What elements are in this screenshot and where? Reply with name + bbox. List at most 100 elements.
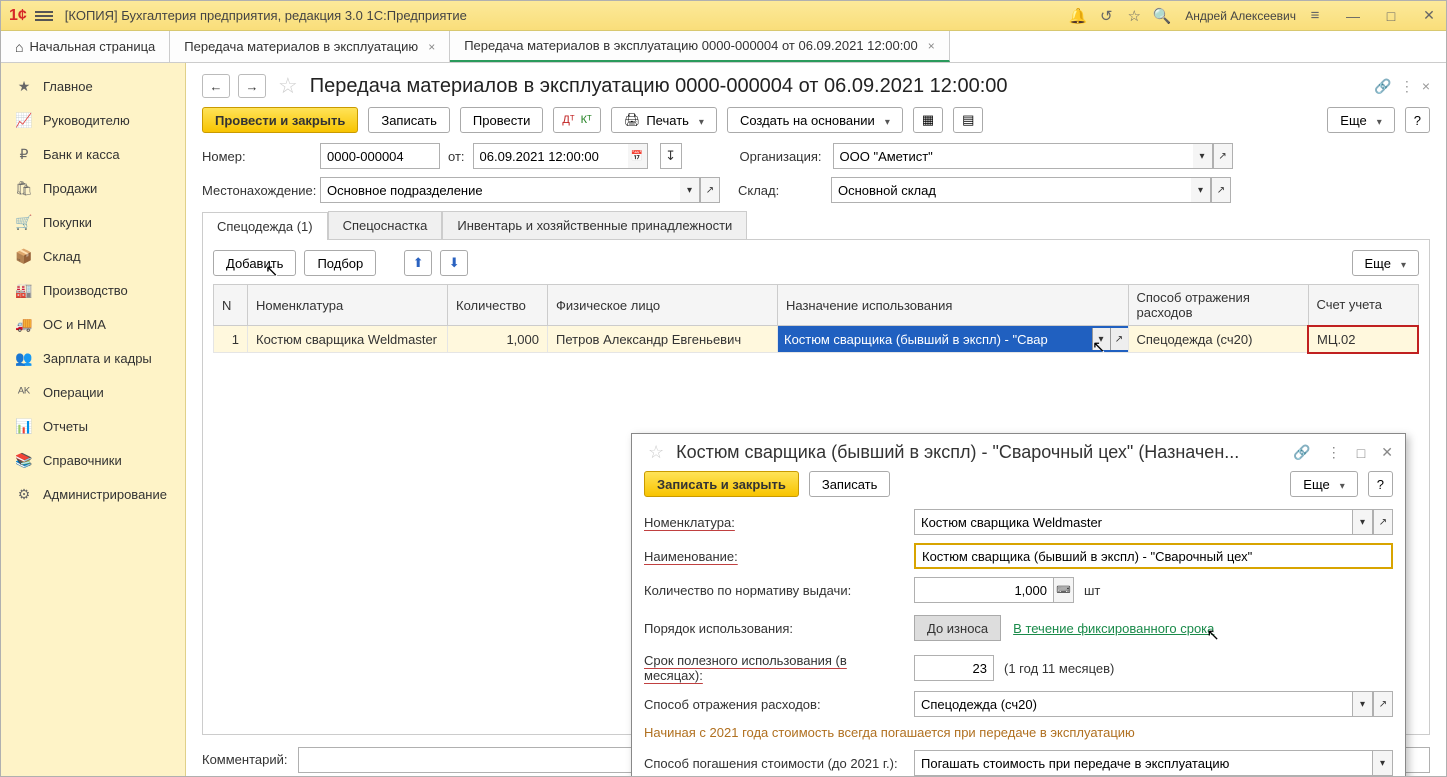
pick-button[interactable]: Подбор [304,250,376,276]
move-up-button[interactable]: ⬆ [404,250,432,276]
tab-workwear[interactable]: Спецодежда (1) [202,212,328,240]
favorite-star-icon[interactable]: ☆ [278,73,298,99]
date-input[interactable] [473,143,628,169]
open-icon[interactable]: ↗ [1213,143,1233,169]
col-nomenclature[interactable]: Номенклатура [248,285,448,326]
more-button[interactable]: Еще [1327,107,1394,133]
help-button[interactable]: ? [1405,107,1430,133]
print-button[interactable]: 🖨 Печать [611,107,717,133]
sidebar-item-hr[interactable]: 👥Зарплата и кадры [1,341,185,375]
sidebar-item-manager[interactable]: 📈Руководителю [1,103,185,137]
nav-forward-button[interactable]: → [238,74,266,98]
cell-expense[interactable]: Спецодежда (сч20) [1128,326,1308,353]
calendar-icon[interactable]: 📅 [628,143,648,169]
star-icon[interactable]: ☆ [1125,7,1143,25]
sidebar-item-reports[interactable]: 📊Отчеты [1,409,185,443]
close-icon[interactable]: × [428,40,435,54]
dialog-save-close-button[interactable]: Записать и закрыть [644,471,799,497]
post-button[interactable]: Провести [460,107,544,133]
hamburger-icon[interactable] [35,9,53,23]
col-qty[interactable]: Количество [448,285,548,326]
col-expense[interactable]: Способ отражения расходов [1128,285,1308,326]
status-icon[interactable]: ↧ [660,143,682,169]
table-more-button[interactable]: Еще [1352,250,1419,276]
struct-button[interactable]: ▦ [913,107,943,133]
dialog-write-button[interactable]: Записать [809,471,891,497]
sidebar-item-catalogs[interactable]: 📚Справочники [1,443,185,477]
useful-life-input[interactable] [914,655,994,681]
kebab-icon[interactable]: ⋮ [1327,444,1341,461]
search-icon[interactable]: 🔍 [1153,7,1171,25]
dialog-more-button[interactable]: Еще [1290,471,1357,497]
window-maximize[interactable]: □ [1382,8,1400,24]
tab-home[interactable]: Начальная страница [1,31,170,62]
close-icon[interactable]: × [1422,78,1430,94]
col-person[interactable]: Физическое лицо [548,285,778,326]
usage-fixed-term-link[interactable]: В течение фиксированного срока [1001,615,1226,641]
link-icon[interactable]: 🔗 [1293,444,1310,461]
tab-inventory[interactable]: Инвентарь и хозяйственные принадлежности [442,211,747,239]
link-icon[interactable]: 🔗 [1374,78,1391,95]
open-icon[interactable]: ↗ [700,177,720,203]
sidebar-item-warehouse[interactable]: 📦Склад [1,239,185,273]
open-icon[interactable]: ↗ [1110,328,1128,350]
history-icon[interactable]: ↺ [1097,7,1115,25]
open-icon[interactable]: ↗ [1211,177,1231,203]
warehouse-input[interactable] [831,177,1191,203]
tab-tooling[interactable]: Спецоснастка [328,211,443,239]
purpose-cell-input[interactable] [778,326,1092,352]
tab-document[interactable]: Передача материалов в эксплуатацию 0000-… [450,31,950,62]
sidebar-item-operations[interactable]: ᴬᴷОперации [1,375,185,409]
dropdown-icon[interactable]: ▾ [1092,328,1110,350]
qty-norm-input[interactable] [914,577,1054,603]
dt-kt-button[interactable]: ДᵀКᵀ [553,107,600,133]
window-close[interactable]: ✕ [1420,7,1438,24]
cell-account[interactable]: МЦ.02 [1308,326,1418,353]
sidebar-item-admin[interactable]: ⚙Администрирование [1,477,185,511]
org-input[interactable] [833,143,1193,169]
number-input[interactable] [320,143,440,169]
location-input[interactable] [320,177,680,203]
cell-nomenclature[interactable]: Костюм сварщика Weldmaster [248,326,448,353]
user-name[interactable]: Андрей Алексеевич [1185,9,1296,23]
sidebar-item-main[interactable]: ★Главное [1,69,185,103]
cell-qty[interactable]: 1,000 [448,326,548,353]
col-purpose[interactable]: Назначение использования [778,285,1129,326]
expense-method-input[interactable] [914,691,1353,717]
calc-icon[interactable]: ⌨ [1054,577,1074,603]
close-icon[interactable]: ✕ [1381,444,1393,461]
dropdown-icon[interactable]: ▾ [1373,750,1393,776]
maximize-icon[interactable]: □ [1357,445,1365,461]
bell-icon[interactable]: 🔔 [1069,7,1087,25]
add-row-button[interactable]: Добавить [213,250,296,276]
write-button[interactable]: Записать [368,107,450,133]
cell-n[interactable]: 1 [214,326,248,353]
table-row[interactable]: 1 Костюм сварщика Weldmaster 1,000 Петро… [214,326,1419,353]
cell-purpose[interactable]: ▾ ↗ [778,326,1129,353]
nav-back-button[interactable]: ← [202,74,230,98]
sidebar-item-assets[interactable]: 🚚ОС и НМА [1,307,185,341]
kebab-icon[interactable]: ⋮ [1400,78,1414,95]
sidebar-item-production[interactable]: 🏭Производство [1,273,185,307]
dropdown-icon[interactable]: ▾ [1353,691,1373,717]
repay-method-input[interactable] [914,750,1373,776]
dropdown-icon[interactable]: ▾ [680,177,700,203]
dropdown-icon[interactable]: ▾ [1353,509,1373,535]
close-icon[interactable]: × [928,39,935,53]
nomenclature-input[interactable] [914,509,1353,535]
settings-bars-icon[interactable]: ≡ [1306,7,1324,25]
window-minimize[interactable]: — [1344,8,1362,24]
sidebar-item-purchases[interactable]: 🛒Покупки [1,205,185,239]
list-button[interactable]: ▤ [953,107,983,133]
sidebar-item-sales[interactable]: 🛍Продажи [1,171,185,205]
dialog-help-button[interactable]: ? [1368,471,1393,497]
col-account[interactable]: Счет учета [1308,285,1418,326]
usage-until-wear-button[interactable]: До износа [914,615,1001,641]
cell-person[interactable]: Петров Александр Евгеньевич [548,326,778,353]
tab-list[interactable]: Передача материалов в эксплуатацию× [170,31,450,62]
dropdown-icon[interactable]: ▾ [1191,177,1211,203]
open-icon[interactable]: ↗ [1373,509,1393,535]
dropdown-icon[interactable]: ▾ [1193,143,1213,169]
move-down-button[interactable]: ⬇ [440,250,468,276]
open-icon[interactable]: ↗ [1373,691,1393,717]
